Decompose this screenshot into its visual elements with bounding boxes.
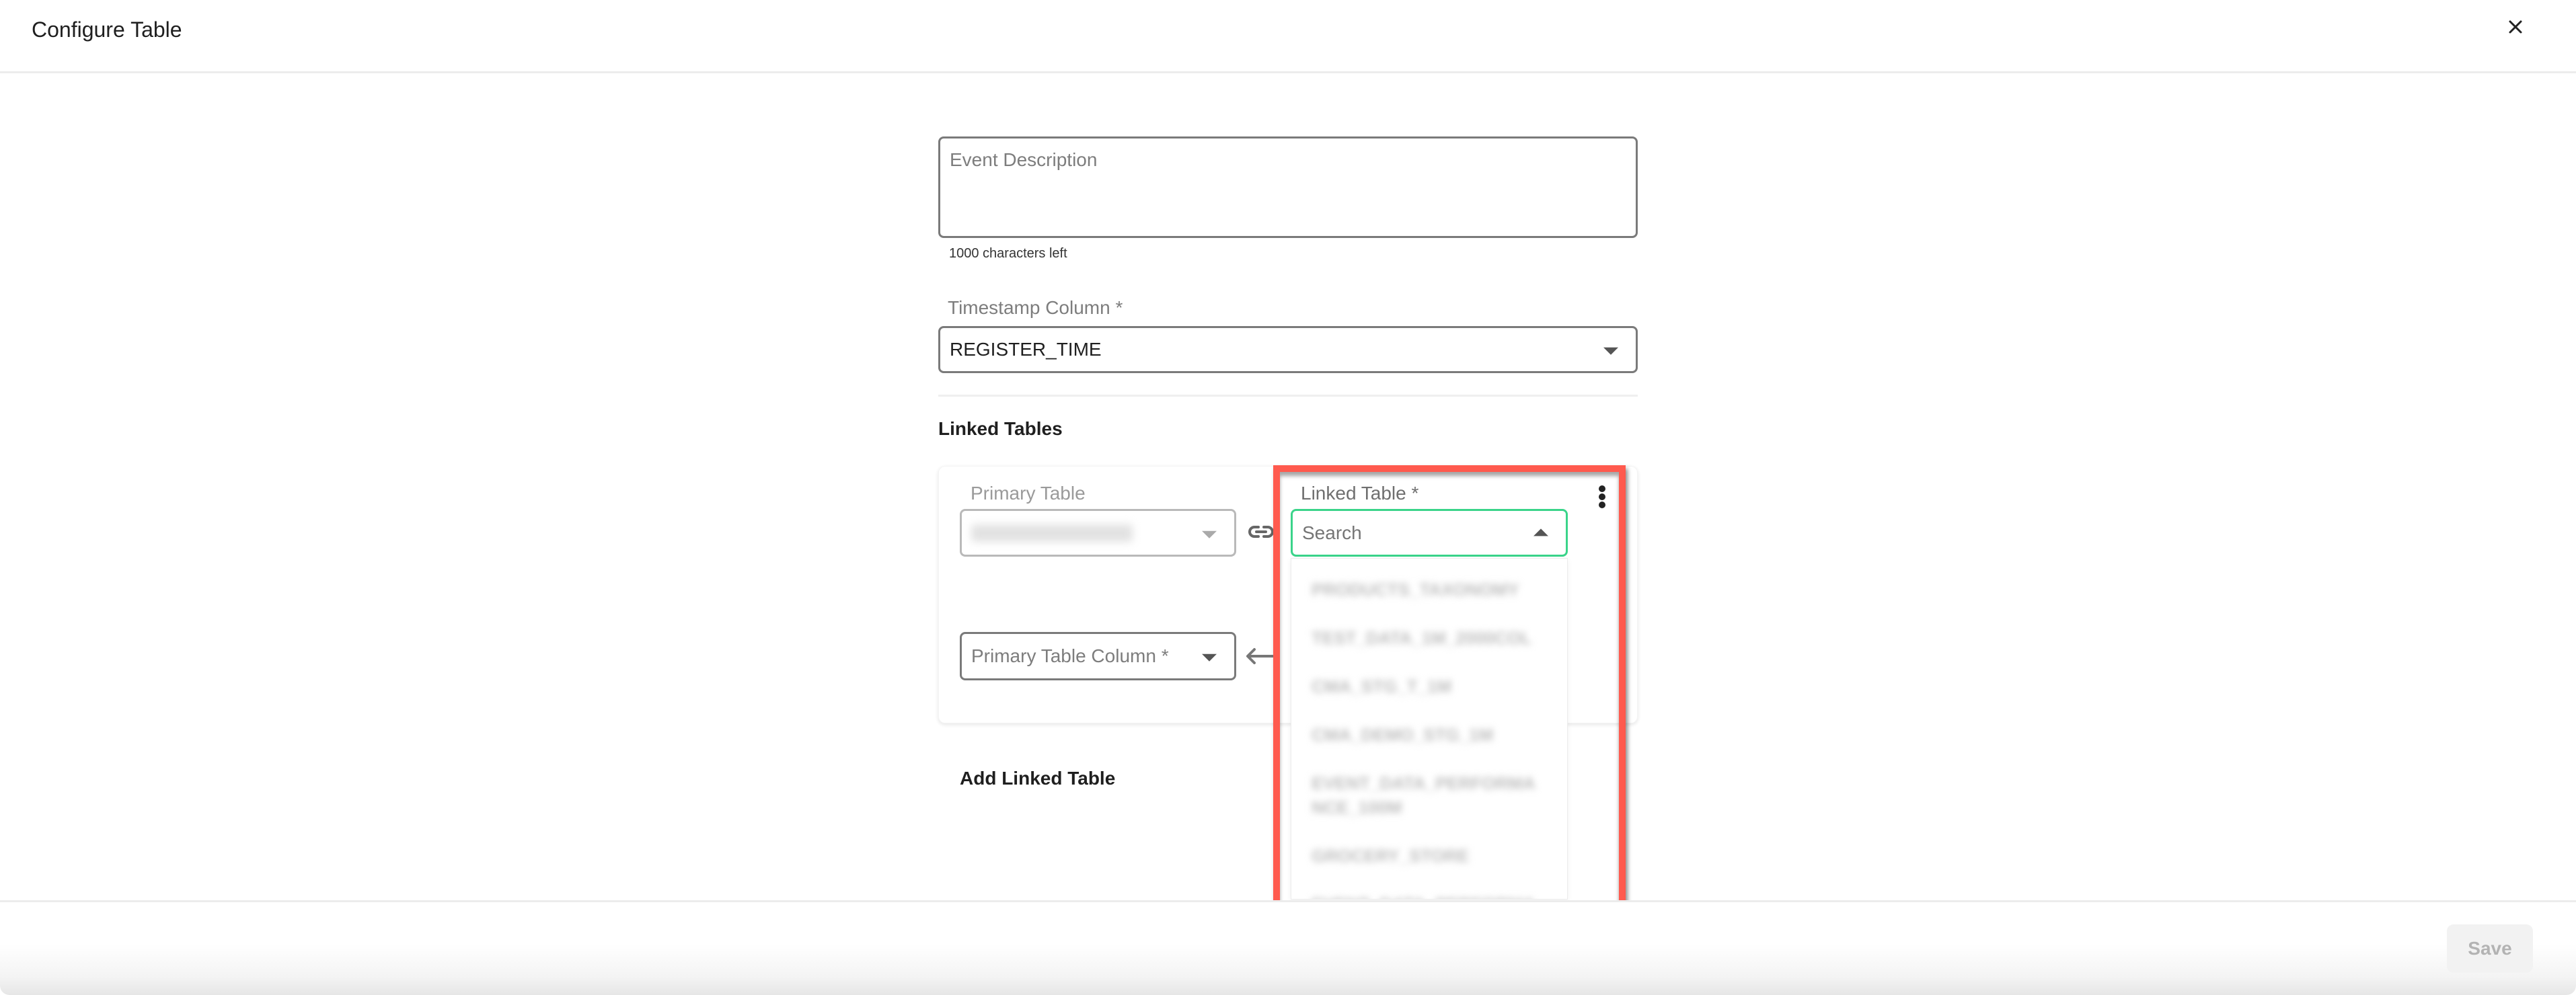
linked-table-label: Linked Table * [1301, 483, 1419, 504]
primary-table-label: Primary Table [971, 483, 1086, 504]
add-linked-table-button[interactable]: Add Linked Table [960, 768, 1115, 789]
caret-up-icon [1533, 528, 1548, 536]
dropdown-option[interactable]: CMA_STG_T_1M [1291, 674, 1567, 699]
characters-left-helper: 1000 characters left [949, 246, 1067, 261]
timestamp-column-select[interactable]: REGISTER_TIME [938, 326, 1638, 373]
timestamp-column-value: REGISTER_TIME [950, 339, 1102, 360]
dialog-header: Configure Table [0, 0, 2576, 73]
arrow-left-icon [1246, 648, 1274, 664]
event-description-input[interactable] [940, 138, 1636, 236]
dialog-title: Configure Table [32, 17, 182, 42]
caret-down-icon [1202, 530, 1217, 539]
primary-table-column-select[interactable]: Primary Table Column * [960, 632, 1236, 680]
save-button[interactable]: Save [2447, 924, 2533, 973]
linked-table-dropdown[interactable]: PRODUCTS_TAXONOMY TEST_DATA_1M_2000COL C… [1291, 558, 1568, 900]
dropdown-option[interactable]: EVENT_DATA_PERFORMANCE_100M [1291, 771, 1567, 820]
primary-table-value-obscured [971, 524, 1133, 542]
linked-table-search[interactable] [1291, 509, 1568, 557]
dropdown-option[interactable]: PRODUCTS_TAXONOMY [1291, 578, 1567, 602]
dropdown-option[interactable]: EVENT_DATA_PERFORMANCE [1291, 892, 1567, 899]
primary-table-column-label: Primary Table Column * [971, 645, 1169, 666]
dropdown-option[interactable]: CMA_DEMO_STG_1M [1291, 723, 1567, 747]
dialog-footer [0, 902, 2576, 995]
linked-table-search-input[interactable] [1302, 522, 1504, 544]
close-icon [2509, 20, 2522, 34]
link-icon [1248, 526, 1274, 538]
event-description-field[interactable] [938, 136, 1638, 238]
caret-down-icon [1603, 347, 1618, 355]
dropdown-option[interactable]: TEST_DATA_1M_2000COL [1291, 626, 1567, 650]
caret-down-icon [1202, 653, 1217, 662]
more-vertical-icon [1599, 485, 1605, 492]
timestamp-column-label: Timestamp Column * [948, 297, 1123, 318]
section-divider [938, 395, 1638, 397]
dropdown-option[interactable]: GROCERY_STORE [1291, 844, 1567, 868]
more-options-button[interactable] [1594, 484, 1610, 514]
primary-table-select [960, 509, 1236, 557]
close-button[interactable] [2502, 13, 2529, 40]
linked-tables-title: Linked Tables [938, 418, 1063, 439]
